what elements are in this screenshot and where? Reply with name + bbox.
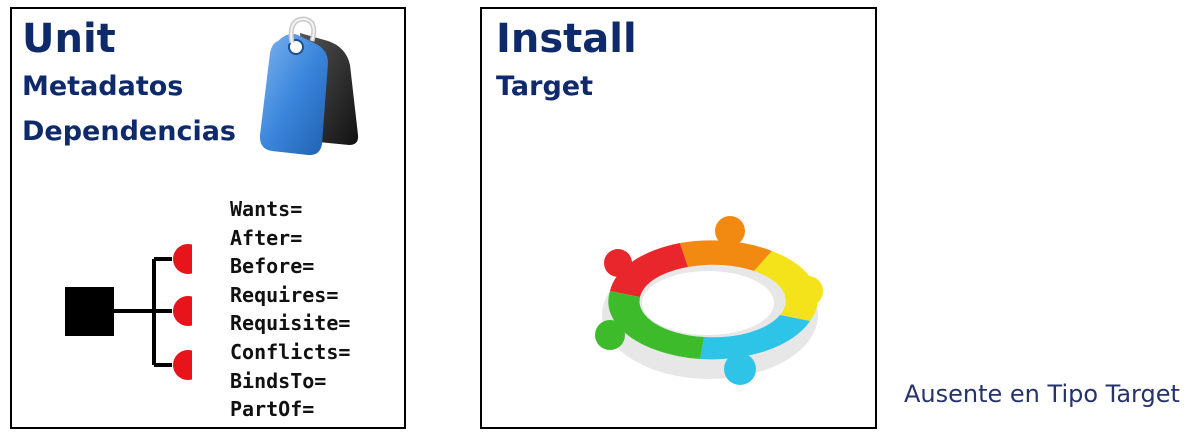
install-title: Install: [496, 16, 637, 62]
directive-conflicts: Conflicts=: [230, 339, 351, 364]
install-section-panel: Install Target: [480, 7, 877, 429]
directive-after: After=: [230, 225, 303, 250]
tag-icon: [259, 16, 359, 156]
dependency-node-3: [173, 350, 192, 380]
dependency-node-1: [173, 244, 192, 274]
directive-requisite: Requisite=: [230, 311, 351, 336]
directive-partof: PartOf=: [230, 397, 315, 422]
dependency-tree-diagram: [65, 244, 192, 380]
unit-node-square: [65, 287, 114, 336]
directive-wants: Wants=: [230, 197, 303, 221]
team-puzzle-ring-icon: [595, 216, 823, 385]
directive-requires: Requires=: [230, 282, 339, 307]
unit-section-panel: Unit Metadatos Dependencias Wants= After…: [10, 7, 406, 429]
install-subtitle-target: Target: [496, 71, 594, 102]
directive-list: Wants= After= Before= Requires= Requisit…: [230, 195, 350, 424]
directive-before: Before=: [230, 254, 315, 279]
install-note-caption: Ausente en Tipo Target: [904, 380, 1180, 408]
directive-bindsto: BindsTo=: [230, 368, 327, 393]
unit-title: Unit: [22, 16, 116, 62]
unit-subtitle-metadatos: Metadatos: [22, 71, 184, 102]
dependency-node-2: [173, 296, 192, 326]
unit-subtitle-dependencias: Dependencias: [22, 116, 236, 147]
